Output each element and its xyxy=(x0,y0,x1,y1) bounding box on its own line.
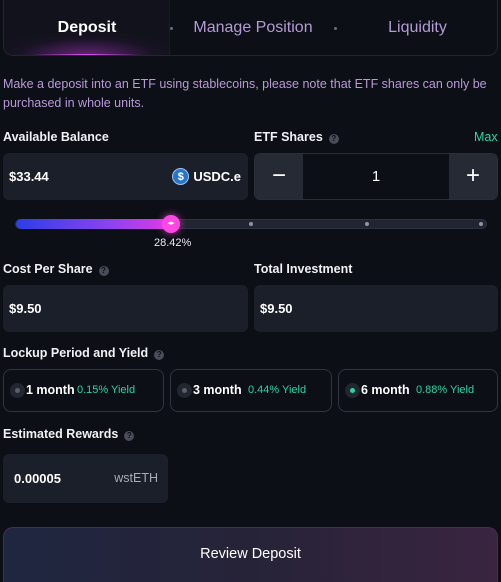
rewards-token-unit: wstETH xyxy=(114,471,158,485)
cost-per-share-label-text: Cost Per Share xyxy=(3,262,93,276)
cost-per-share-field: $9.50 xyxy=(3,285,248,332)
radio-button-selected[interactable] xyxy=(345,383,360,398)
tab-bar: Deposit Manage Position Liquidity xyxy=(3,0,498,56)
token-symbol: USDC.e xyxy=(193,169,241,184)
slider-tick xyxy=(365,222,369,226)
tab-manage-position[interactable]: Manage Position xyxy=(170,0,336,55)
increment-button[interactable]: + xyxy=(449,154,497,199)
slider-tick xyxy=(479,222,483,226)
cost-per-share-value: $9.50 xyxy=(9,301,42,316)
radio-button[interactable] xyxy=(177,383,192,398)
lockup-option-1-month[interactable]: 1 month 0.15% Yield xyxy=(3,369,164,412)
lockup-term: 1 month xyxy=(26,383,75,397)
etf-shares-label: ETF Shares? xyxy=(254,130,339,144)
lockup-term: 3 month xyxy=(193,383,242,397)
lockup-option-6-month[interactable]: 6 month 0.88% Yield xyxy=(338,369,498,412)
estimated-rewards-value: 0.00005 xyxy=(14,471,61,486)
token-selector[interactable]: $ USDC.e xyxy=(172,153,241,200)
deposit-description: Make a deposit into an ETF using stablec… xyxy=(3,77,487,110)
slider-percent-label: 28.42% xyxy=(154,237,192,249)
lockup-yield: 0.44% Yield xyxy=(248,384,307,396)
lockup-yield: 0.88% Yield xyxy=(416,384,475,396)
available-balance-field: $33.44 $ USDC.e xyxy=(3,153,248,200)
estimated-rewards-field: 0.00005 wstETH xyxy=(3,454,168,503)
allocation-slider[interactable]: ◂▸ xyxy=(15,215,487,233)
radio-button[interactable] xyxy=(10,383,25,398)
review-deposit-button[interactable]: Review Deposit xyxy=(3,527,498,582)
help-icon[interactable]: ? xyxy=(328,134,339,144)
total-investment-label: Total Investment xyxy=(254,262,353,276)
estimated-rewards-label: Estimated Rewards? xyxy=(3,427,135,441)
lockup-term: 6 month xyxy=(361,383,410,397)
usdc-icon: $ xyxy=(172,168,190,185)
help-icon[interactable]: ? xyxy=(98,266,109,276)
tab-liquidity[interactable]: Liquidity xyxy=(336,0,497,55)
tab-deposit[interactable]: Deposit xyxy=(4,0,170,55)
slider-tick xyxy=(249,222,253,226)
max-button[interactable]: Max xyxy=(474,130,498,144)
shares-input[interactable]: 1 xyxy=(303,154,449,199)
shares-stepper: − 1 + xyxy=(254,153,498,200)
etf-shares-label-text: ETF Shares xyxy=(254,130,323,144)
slider-fill xyxy=(16,219,175,229)
lockup-option-3-month[interactable]: 3 month 0.44% Yield xyxy=(170,369,332,412)
lockup-label-text: Lockup Period and Yield xyxy=(3,346,149,360)
available-balance-value: $33.44 xyxy=(9,169,49,184)
slider-thumb[interactable]: ◂▸ xyxy=(162,215,180,233)
help-icon[interactable]: ? xyxy=(124,431,135,441)
lockup-label: Lockup Period and Yield? xyxy=(3,346,165,360)
help-icon[interactable]: ? xyxy=(154,350,165,360)
lockup-yield: 0.15% Yield xyxy=(77,384,136,396)
total-investment-value: $9.50 xyxy=(260,301,293,316)
total-investment-field: $9.50 xyxy=(254,285,498,332)
estimated-rewards-label-text: Estimated Rewards xyxy=(3,427,119,441)
cost-per-share-label: Cost Per Share? xyxy=(3,262,109,276)
available-balance-label: Available Balance xyxy=(3,130,109,144)
decrement-button[interactable]: − xyxy=(255,154,303,199)
